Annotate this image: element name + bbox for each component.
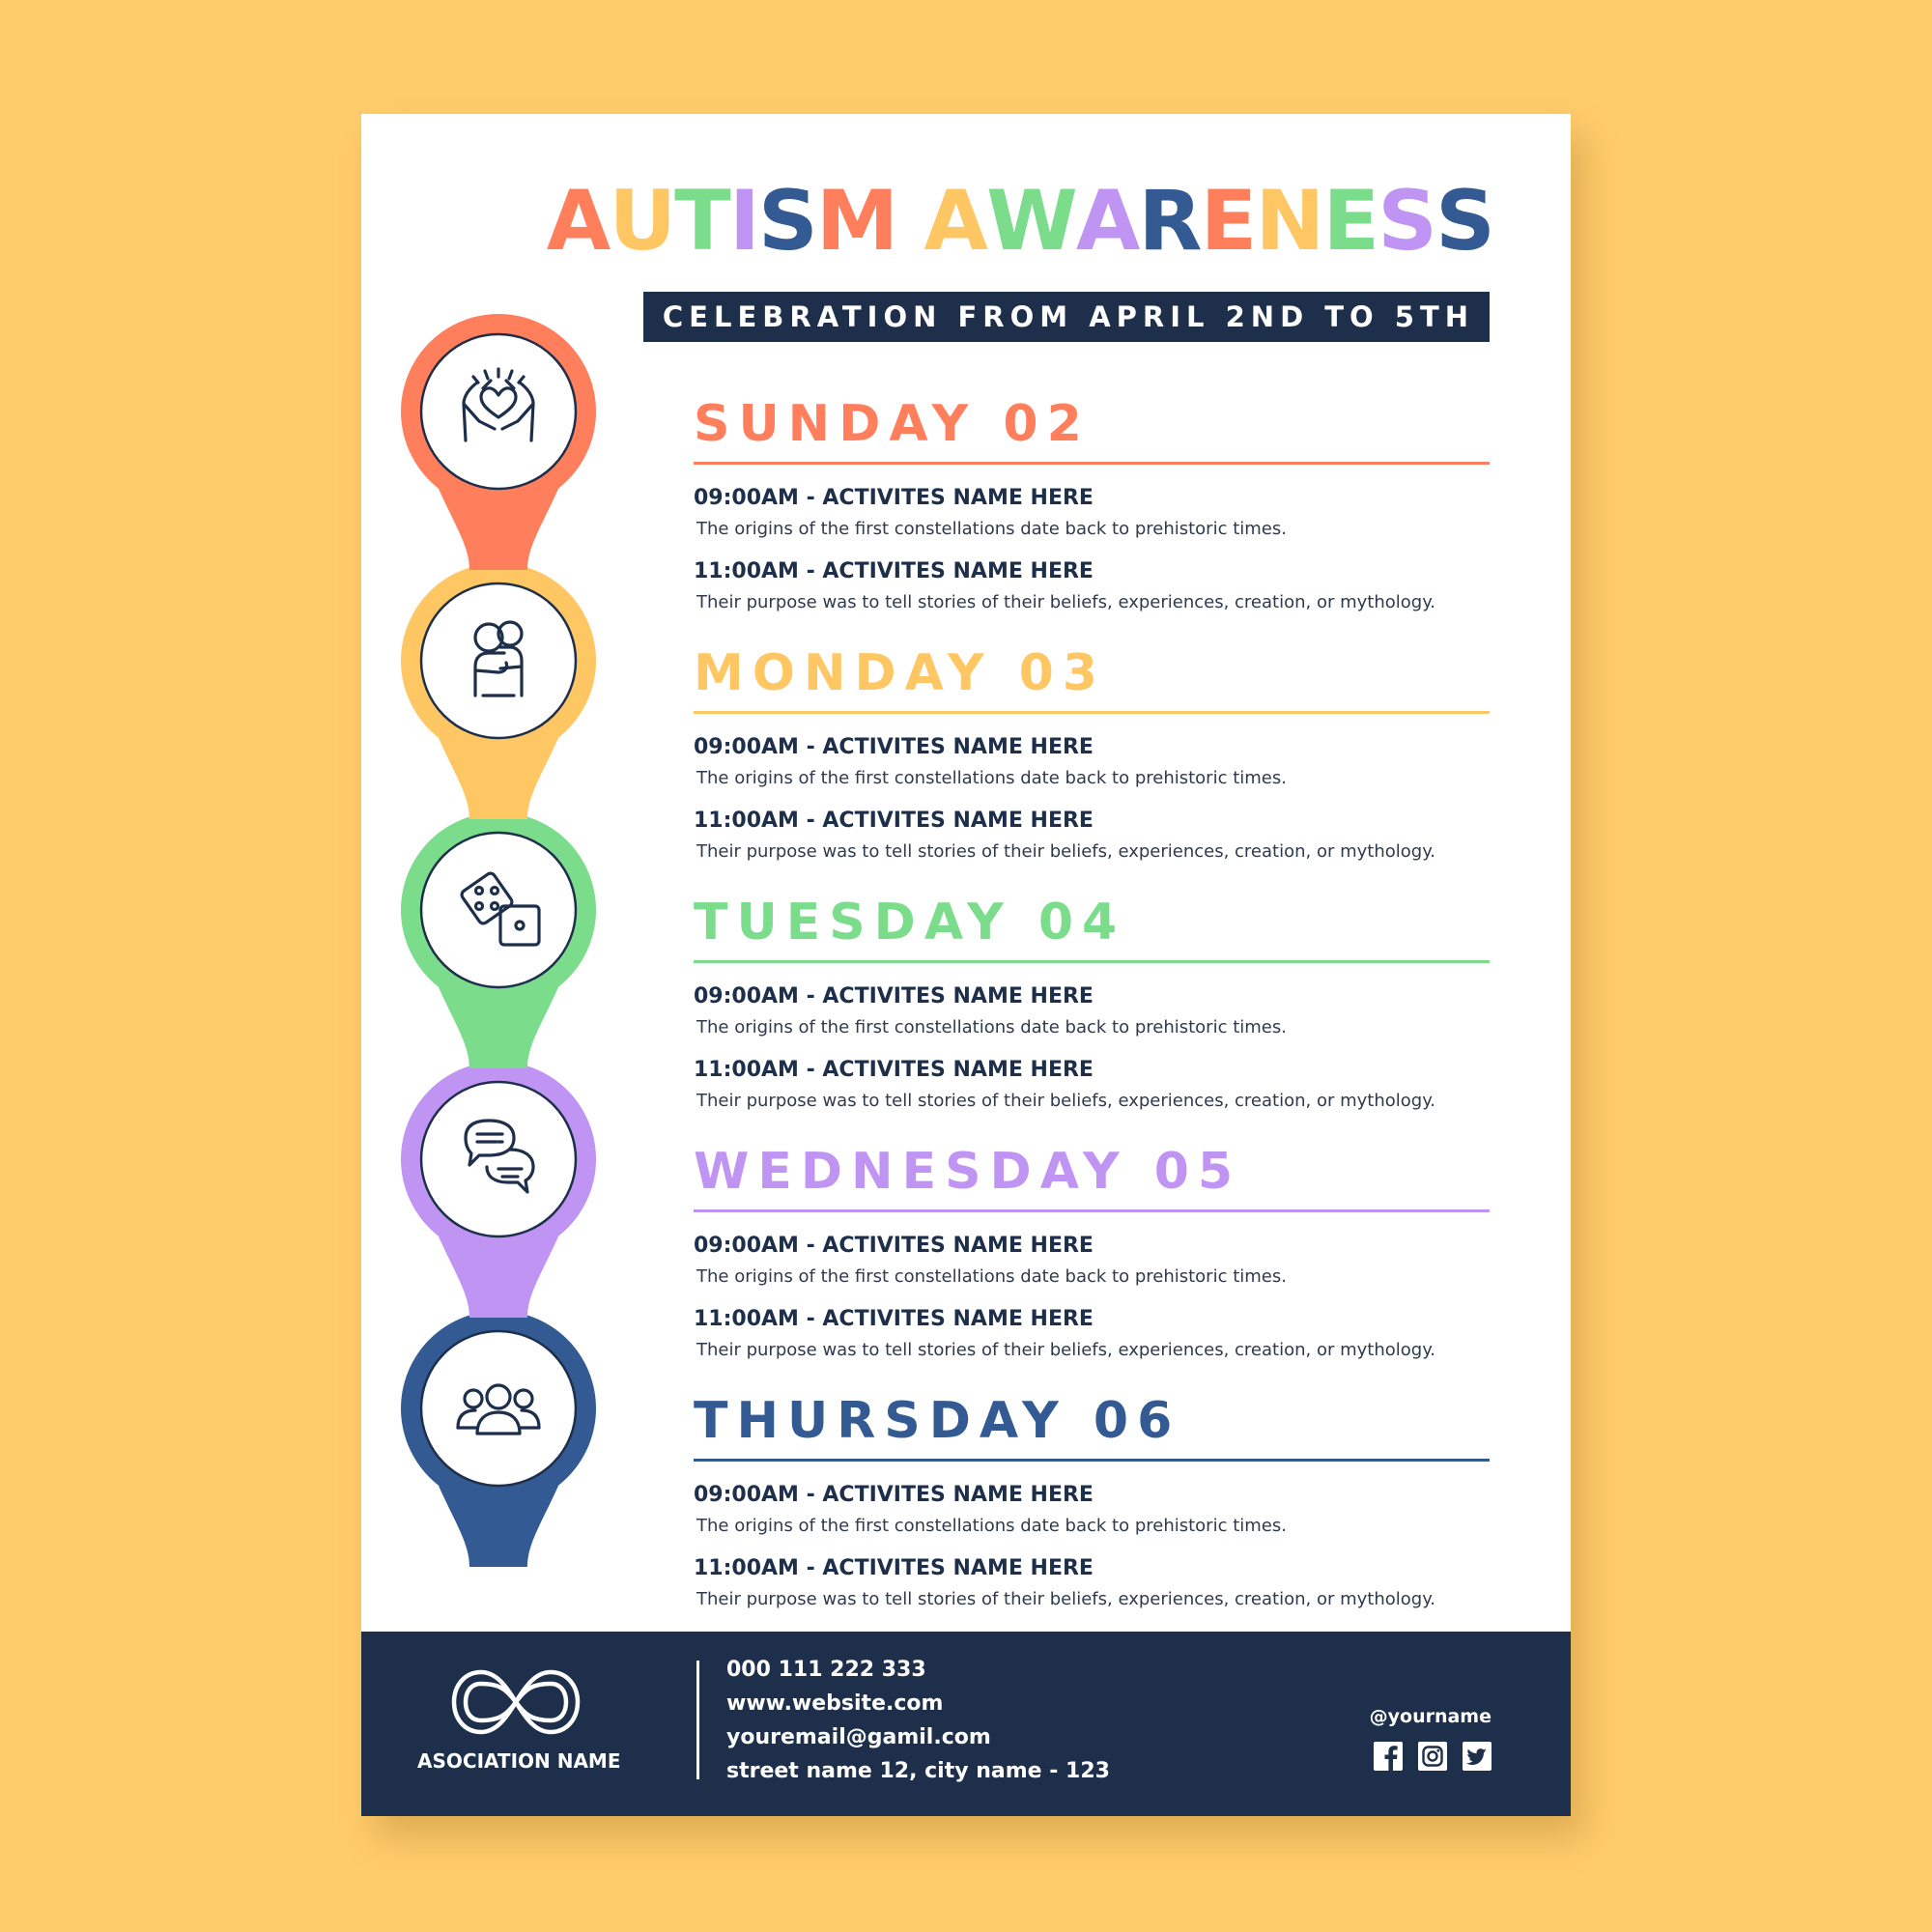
activity-description: Their purpose was to tell stories of the… <box>696 1340 1435 1360</box>
activity-title: 11:00AM - ACTIVITES NAME HERE <box>694 809 1094 833</box>
contact-address: street name 12, city name - 123 <box>726 1759 1110 1783</box>
contact-email[interactable]: youremail@gamil.com <box>726 1720 1110 1754</box>
day-section: TUESDAY 04 09:00AM - ACTIVITES NAME HERE T… <box>694 893 1490 1112</box>
day-title: THURSDAY 06 <box>694 1392 1181 1450</box>
twitter-icon[interactable] <box>1463 1742 1492 1771</box>
footer: ASOCIATION NAME 000 111 222 333 www.webs… <box>361 1632 1571 1816</box>
activity-title: 11:00AM - ACTIVITES NAME HERE <box>694 1058 1094 1082</box>
instagram-icon[interactable] <box>1418 1742 1447 1771</box>
activity-description: The origins of the first constellations … <box>696 1266 1287 1287</box>
day-section: SUNDAY 02 09:00AM - ACTIVITES NAME HERE Th… <box>694 394 1490 613</box>
contact-list: 000 111 222 333 www.website.com youremai… <box>726 1653 1110 1788</box>
facebook-icon[interactable] <box>1374 1742 1403 1771</box>
activity-title: 11:00AM - ACTIVITES NAME HERE <box>694 559 1094 583</box>
activity-title: 09:00AM - ACTIVITES NAME HERE <box>694 486 1094 510</box>
activity-description: Their purpose was to tell stories of the… <box>696 1091 1435 1111</box>
activity-description: The origins of the first constellations … <box>696 768 1287 788</box>
social-handle[interactable]: @yourname <box>1370 1705 1492 1728</box>
group-icon <box>440 1350 556 1466</box>
dice-icon <box>440 852 556 968</box>
day-section: THURSDAY 06 09:00AM - ACTIVITES NAME HERE… <box>694 1391 1490 1610</box>
poster: AUTISM AWARENESS CELEBRATION FROM APRIL … <box>361 114 1571 1816</box>
day-section: WEDNESDAY 05 09:00AM - ACTIVITES NAME HER… <box>694 1142 1490 1361</box>
heart-hands-icon <box>440 354 556 469</box>
day-title: MONDAY 03 <box>694 644 1107 702</box>
day-title: WEDNESDAY 05 <box>694 1143 1242 1201</box>
activity-description: Their purpose was to tell stories of the… <box>696 592 1435 612</box>
day-divider <box>694 1209 1490 1212</box>
day-divider <box>694 711 1490 714</box>
association-name: ASOCIATION NAME <box>417 1749 621 1773</box>
day-title: SUNDAY 02 <box>694 395 1091 453</box>
activity-title: 11:00AM - ACTIVITES NAME HERE <box>694 1307 1094 1331</box>
activity-description: Their purpose was to tell stories of the… <box>696 841 1435 862</box>
activity-title: 11:00AM - ACTIVITES NAME HERE <box>694 1556 1094 1580</box>
activity-title: 09:00AM - ACTIVITES NAME HERE <box>694 984 1094 1009</box>
hug-icon <box>440 603 556 719</box>
activity-title: 09:00AM - ACTIVITES NAME HERE <box>694 735 1094 759</box>
contact-phone[interactable]: 000 111 222 333 <box>726 1653 1110 1687</box>
day-divider <box>694 1459 1490 1462</box>
activity-description: The origins of the first constellations … <box>696 519 1287 539</box>
chat-bubbles-icon <box>440 1101 556 1217</box>
day-section: MONDAY 03 09:00AM - ACTIVITES NAME HERE Th… <box>694 643 1490 863</box>
social-icons <box>1374 1742 1492 1771</box>
activity-title: 09:00AM - ACTIVITES NAME HERE <box>694 1483 1094 1507</box>
day-divider <box>694 960 1490 963</box>
activity-description: The origins of the first constellations … <box>696 1516 1287 1536</box>
footer-divider <box>696 1661 699 1779</box>
activity-title: 09:00AM - ACTIVITES NAME HERE <box>694 1234 1094 1258</box>
infinity-icon <box>446 1659 585 1749</box>
day-title: TUESDAY 04 <box>694 894 1126 952</box>
activity-description: The origins of the first constellations … <box>696 1017 1287 1037</box>
activity-description: Their purpose was to tell stories of the… <box>696 1589 1435 1609</box>
contact-website[interactable]: www.website.com <box>726 1687 1110 1720</box>
day-divider <box>694 462 1490 465</box>
